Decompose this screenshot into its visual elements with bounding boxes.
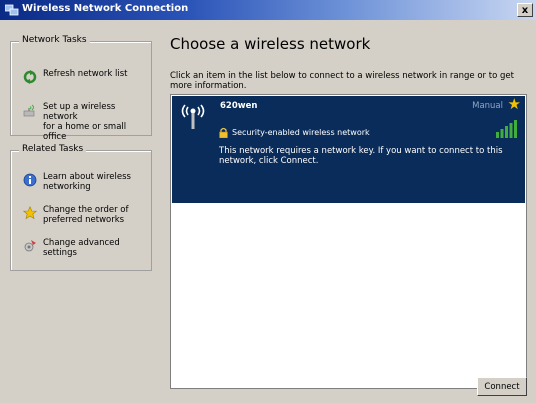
wireless-setup-icon <box>23 104 35 117</box>
task-pane: Network Tasks Refresh network list Set u… <box>0 20 160 403</box>
security-status: Security-enabled wireless network <box>232 128 370 137</box>
network-connection-icon <box>5 4 19 16</box>
setup-wireless-network-link[interactable]: Set up a wireless network for a home or … <box>23 102 148 142</box>
network-description: This network requires a network key. If … <box>219 146 503 166</box>
refresh-network-list-label: Refresh network list <box>43 69 128 79</box>
connection-type: Manual <box>472 101 503 111</box>
related-tasks-group: Related Tasks Learn about wireless netwo… <box>10 144 152 271</box>
related-tasks-title: Related Tasks <box>19 144 87 154</box>
refresh-icon <box>23 70 37 84</box>
close-button[interactable]: x <box>517 3 533 17</box>
change-advanced-settings-label: Change advanced settings <box>43 238 120 258</box>
connect-button[interactable]: Connect <box>477 377 527 396</box>
page-title: Choose a wireless network <box>170 35 371 53</box>
wireless-antenna-icon <box>181 104 205 129</box>
title-bar[interactable]: Wireless Network Connection x <box>0 0 536 20</box>
instructions-text: Click an item in the list below to conne… <box>170 71 514 91</box>
info-icon <box>23 173 37 187</box>
window-title: Wireless Network Connection <box>22 3 189 14</box>
lock-icon <box>219 127 228 138</box>
signal-strength-icon <box>496 120 517 138</box>
learn-about-wireless-link[interactable]: Learn about wireless networking <box>23 172 148 192</box>
refresh-network-list-link[interactable]: Refresh network list <box>23 69 148 84</box>
change-preferred-order-link[interactable]: Change the order of preferred networks <box>23 205 148 225</box>
network-tasks-group: Network Tasks Refresh network list Set u… <box>10 35 152 142</box>
learn-about-wireless-label: Learn about wireless networking <box>43 172 131 192</box>
change-advanced-settings-link[interactable]: Change advanced settings <box>23 238 148 258</box>
network-name: 620wen <box>220 101 258 111</box>
network-list[interactable]: 620wen Manual ★ Security-enabled wireles… <box>170 94 527 389</box>
change-preferred-order-label: Change the order of preferred networks <box>43 205 129 225</box>
network-tasks-title: Network Tasks <box>19 35 90 45</box>
setup-wireless-network-label: Set up a wireless network for a home or … <box>43 102 127 142</box>
settings-icon <box>24 240 36 252</box>
main-pane: Choose a wireless network Click an item … <box>161 20 536 403</box>
wireless-network-window: Wireless Network Connection x Network Ta… <box>0 0 536 403</box>
network-item[interactable]: 620wen Manual ★ Security-enabled wireles… <box>172 96 525 203</box>
star-icon <box>23 206 37 220</box>
preferred-star-icon: ★ <box>507 95 521 113</box>
